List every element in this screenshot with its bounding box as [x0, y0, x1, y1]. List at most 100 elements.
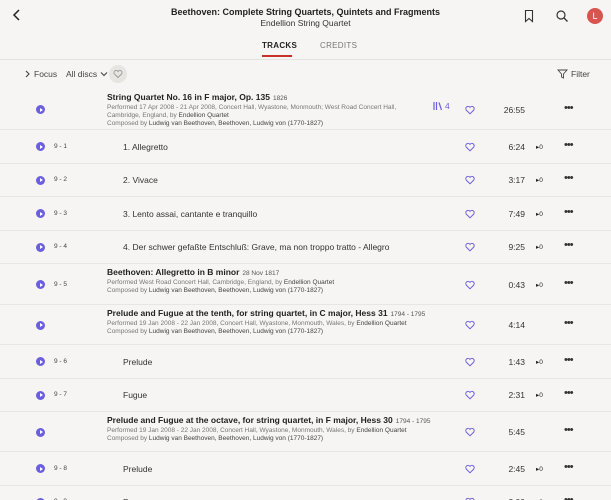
track-row[interactable]: 9 - 1 1. Allegretto 6:24 ▸0 ••• [0, 130, 611, 164]
favorite-heart-icon[interactable] [465, 427, 475, 437]
work-meta: Performed 19 Jan 2008 - 22 Jan 2008, Con… [107, 320, 427, 336]
favorite-heart-icon[interactable] [465, 280, 475, 290]
favorite-heart-icon[interactable] [465, 242, 475, 252]
play-count-value: 0 [539, 392, 543, 400]
track-row[interactable]: 9 - 2 2. Vivace 3:17 ▸0 ••• [0, 164, 611, 197]
avatar[interactable]: L [587, 8, 603, 24]
back-arrow-icon[interactable] [9, 7, 25, 23]
filter-button[interactable]: Filter [557, 69, 590, 79]
track-duration: 6:24 [508, 141, 525, 152]
play-button[interactable] [36, 357, 45, 367]
track-title: Prelude [123, 463, 153, 474]
tab-tracks[interactable]: TRACKS [262, 41, 297, 50]
bookmark-icon[interactable] [522, 9, 536, 23]
work-title-text: Prelude and Fugue at the octave, for str… [107, 415, 393, 425]
more-options-icon[interactable]: ••• [564, 206, 574, 218]
work-title-text: String Quartet No. 16 in F major, Op. 13… [107, 92, 270, 102]
work-row[interactable]: Prelude and Fugue at the tenth, for stri… [0, 305, 611, 345]
more-options-icon[interactable]: ••• [564, 102, 574, 114]
track-duration: 0:43 [508, 279, 525, 290]
more-options-icon[interactable]: ••• [564, 494, 574, 500]
work-title-text: Prelude and Fugue at the tenth, for stri… [107, 308, 388, 318]
work-title: Prelude and Fugue at the tenth, for stri… [107, 308, 425, 318]
favorite-heart-icon[interactable] [465, 357, 475, 367]
track-number: 9 - 4 [54, 243, 68, 251]
track-row[interactable]: 9 - 6 Prelude 1:43 ▸0 ••• [0, 345, 611, 379]
track-row[interactable]: 9 - 9Fugue3:00▸0••• [0, 486, 611, 500]
track-row[interactable]: 9 - 7 Fugue 2:31 ▸0 ••• [0, 379, 611, 412]
more-options-icon[interactable]: ••• [564, 172, 574, 184]
favorite-heart-icon[interactable] [465, 209, 475, 219]
play-button[interactable] [36, 280, 45, 289]
work-year: 28 Nov 1817 [242, 270, 280, 277]
tab-credits[interactable]: CREDITS [320, 41, 357, 50]
favorite-heart-icon[interactable] [465, 105, 475, 115]
play-count: ▸0 [536, 465, 543, 473]
work-title: Beethoven: Allegretto in B minor 28 Nov 1… [107, 267, 279, 277]
track-row[interactable]: 9 - 8 Prelude 2:45 ▸0 ••• [0, 452, 611, 486]
play-button[interactable] [36, 242, 45, 252]
play-count: ▸0 [536, 210, 543, 218]
composer-info: Composed by Ludwig van Beethoven, Beetho… [107, 120, 324, 127]
versions-button[interactable]: 4 [433, 101, 450, 111]
more-options-icon[interactable]: ••• [564, 317, 574, 329]
track-number: 9 - 8 [54, 464, 68, 472]
track-title: 2. Vivace [123, 175, 158, 186]
chevron-right-icon [25, 70, 30, 78]
work-row[interactable]: Prelude and Fugue at the octave, for str… [0, 412, 611, 452]
work-row[interactable]: String Quartet No. 16 in F major, Op. 13… [0, 89, 611, 130]
play-button[interactable] [36, 320, 45, 330]
track-row[interactable]: 9 - 4 4. Der schwer gefaßte Entschluß: Gr… [0, 231, 611, 264]
play-button[interactable] [36, 427, 45, 437]
play-button[interactable] [36, 175, 45, 185]
album-title: Beethoven: Complete String Quartets, Qui… [170, 7, 441, 17]
track-duration: 7:49 [508, 208, 525, 219]
play-button[interactable] [36, 105, 45, 114]
album-header: Beethoven: Complete String Quartets, Qui… [120, 7, 491, 29]
track-number: 9 - 6 [54, 357, 68, 365]
more-options-icon[interactable]: ••• [564, 354, 574, 366]
more-options-icon[interactable]: ••• [564, 139, 574, 151]
album-artist: Endellion String Quartet [260, 18, 351, 28]
favorite-heart-icon[interactable] [465, 142, 475, 152]
play-button[interactable] [36, 464, 45, 474]
favorite-heart-icon[interactable] [465, 464, 475, 474]
track-row[interactable]: 9 - 5 Beethoven: Allegretto in B minor 28 … [0, 264, 611, 305]
play-count: ▸0 [536, 392, 543, 400]
search-icon[interactable] [555, 9, 569, 23]
favorite-heart-icon[interactable] [465, 320, 475, 330]
play-count-value: 0 [539, 281, 543, 289]
track-number: 9 - 7 [54, 391, 68, 399]
library-icon [433, 101, 443, 110]
play-count-value: 0 [539, 465, 543, 473]
favorite-filter-button[interactable] [109, 65, 127, 83]
favorite-heart-icon[interactable] [465, 175, 475, 185]
composer-info: Composed by Ludwig van Beethoven, Beetho… [107, 328, 324, 335]
favorite-heart-icon[interactable] [465, 390, 475, 400]
track-row[interactable]: 9 - 3 3. Lento assai, cantante e tranquil… [0, 197, 611, 231]
track-list: String Quartet No. 16 in F major, Op. 13… [0, 89, 611, 500]
filter-label: Filter [571, 69, 590, 79]
focus-button[interactable]: Focus [24, 69, 57, 79]
composer-info: Composed by Ludwig van Beethoven, Beetho… [107, 287, 324, 294]
play-count-value: 0 [539, 244, 543, 252]
more-options-icon[interactable]: ••• [564, 424, 574, 436]
more-options-icon[interactable]: ••• [564, 461, 574, 473]
play-button[interactable] [36, 142, 45, 152]
track-duration: 3:17 [508, 175, 525, 186]
more-options-icon[interactable]: ••• [564, 387, 574, 399]
track-number: 9 - 5 [54, 280, 68, 288]
track-title: 1. Allegretto [123, 141, 168, 152]
work-year: 1826 [272, 95, 288, 102]
more-options-icon[interactable]: ••• [564, 239, 574, 251]
more-options-icon[interactable]: ••• [564, 277, 574, 289]
disc-selector[interactable]: All discs [66, 69, 108, 79]
track-title: Fugue [123, 390, 148, 401]
play-count: ▸0 [536, 358, 543, 366]
filter-bar: Focus All discs Filter [0, 62, 611, 86]
heart-icon [113, 70, 123, 79]
play-button[interactable] [36, 209, 45, 219]
top-bar: Beethoven: Complete String Quartets, Qui… [0, 0, 611, 34]
work-title-text: Beethoven: Allegretto in B minor [107, 267, 240, 277]
play-button[interactable] [36, 390, 45, 400]
